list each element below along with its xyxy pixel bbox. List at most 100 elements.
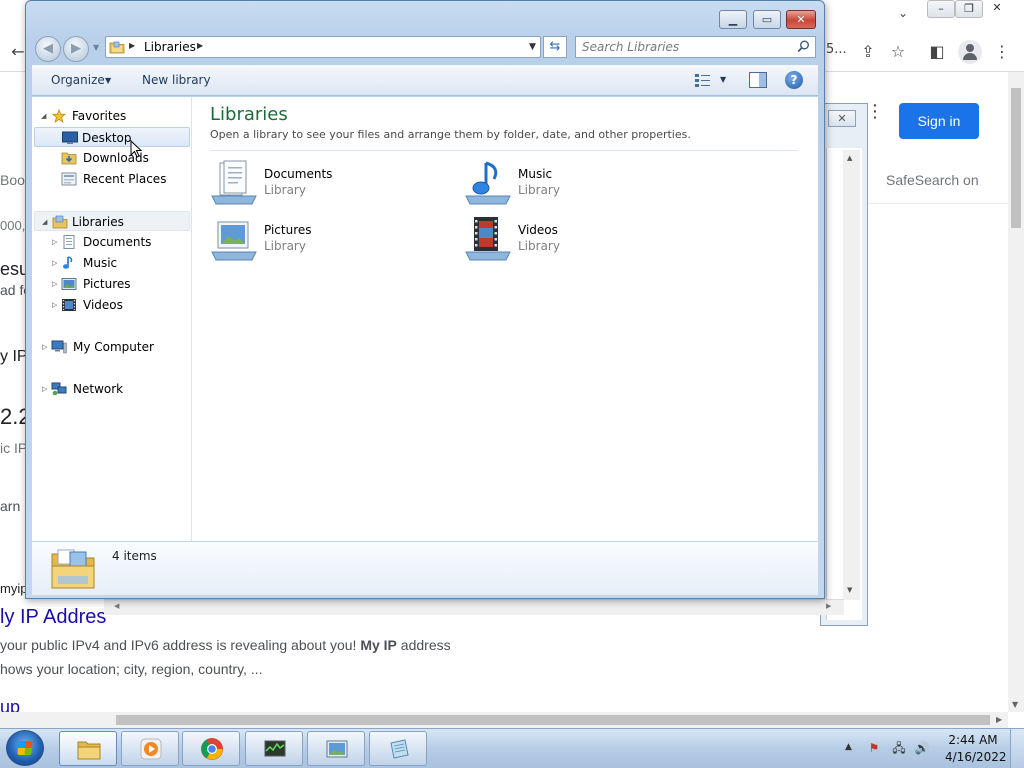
library-pictures[interactable]: Pictures Library <box>210 216 450 264</box>
view-options-dropdown-icon[interactable]: ▼ <box>720 75 726 84</box>
expand-arrow-icon[interactable]: ▷ <box>52 280 57 288</box>
address-dropdown-icon[interactable]: ▼ <box>529 42 536 52</box>
nav-pictures[interactable]: Pictures <box>61 274 190 294</box>
scroll-right-arrow-icon[interactable]: ▶ <box>996 715 1002 724</box>
library-music[interactable]: Music Library <box>464 160 704 208</box>
breadcrumb-arrow-icon[interactable]: ▶ <box>197 41 203 50</box>
computer-icon <box>51 340 67 354</box>
nav-music[interactable]: Music <box>61 253 190 273</box>
preview-pane-icon[interactable] <box>749 72 767 88</box>
profile-avatar-icon[interactable] <box>958 40 982 64</box>
chrome-menu-icon[interactable]: ⋮ <box>990 40 1014 64</box>
page-scroll-thumb[interactable] <box>1011 88 1021 228</box>
scroll-right-arrow-icon[interactable]: ▶ <box>826 602 831 610</box>
volume-icon[interactable]: 🔊 <box>914 741 930 755</box>
share-icon[interactable]: ⇪ <box>856 40 880 64</box>
background-window-close-button[interactable]: ✕ <box>828 110 856 127</box>
page-subtitle: Open a library to see your files and arr… <box>210 128 691 141</box>
breadcrumb-libraries[interactable]: Libraries <box>144 39 196 56</box>
nav-videos[interactable]: Videos <box>61 295 190 315</box>
address-bar[interactable]: ▶ Libraries ▶ ▼ <box>105 36 541 58</box>
scroll-up-arrow-icon[interactable]: ▲ <box>847 154 852 162</box>
nav-my-computer[interactable]: My Computer <box>51 337 190 357</box>
organize-dropdown-icon[interactable]: ▼ <box>105 76 111 85</box>
media-player-icon <box>140 738 162 760</box>
nav-documents[interactable]: Documents <box>61 232 190 252</box>
browser-minimize-button[interactable]: – <box>927 0 955 18</box>
breadcrumb-arrow-icon[interactable]: ▶ <box>129 41 135 50</box>
forward-arrow-icon[interactable]: ▶ <box>63 36 89 62</box>
taskbar-task-manager-button[interactable] <box>245 731 303 766</box>
divider <box>868 203 1008 204</box>
collapse-arrow-icon[interactable]: ◢ <box>42 212 47 232</box>
nav-network[interactable]: Network <box>51 379 190 399</box>
background-window-hscrollbar[interactable]: ◀ ▶ <box>104 599 844 615</box>
tab-search-chevron-icon[interactable]: ⌄ <box>898 6 908 20</box>
minimize-button[interactable]: ▁ <box>719 10 747 29</box>
expand-arrow-icon[interactable]: ▷ <box>42 343 47 351</box>
task-manager-icon <box>264 740 286 757</box>
show-hidden-icons-icon[interactable]: ▲ <box>845 742 852 752</box>
taskbar-notepad-button[interactable] <box>369 731 427 766</box>
nav-label: Pictures <box>83 277 131 291</box>
scroll-down-arrow-icon[interactable]: ▼ <box>1012 700 1018 709</box>
documents-library-icon <box>211 160 257 205</box>
change-view-icon[interactable] <box>694 72 712 88</box>
page-hscroll-thumb[interactable] <box>116 715 990 725</box>
desktop-icon <box>62 131 78 144</box>
omnibox-fragment[interactable]: 5... <box>826 42 847 57</box>
maximize-button[interactable]: ▭ <box>753 10 781 29</box>
favorites-star-icon <box>51 109 67 123</box>
scroll-down-arrow-icon[interactable]: ▼ <box>847 586 852 594</box>
library-type: Library <box>264 239 306 253</box>
explorer-titlebar[interactable]: ▁ ▭ ✕ <box>26 1 824 31</box>
browser-close-button[interactable]: ✕ <box>983 0 1011 18</box>
mouse-cursor-icon <box>130 140 142 158</box>
help-icon[interactable]: ? <box>785 71 803 89</box>
close-button[interactable]: ✕ <box>786 10 816 29</box>
nav-favorites[interactable]: Favorites <box>50 106 190 126</box>
library-name: Documents <box>264 167 333 181</box>
safesearch-label[interactable]: SafeSearch on <box>886 172 979 188</box>
network-tray-icon[interactable]: 🖧 <box>891 741 907 755</box>
nav-desktop[interactable]: Desktop <box>34 127 190 147</box>
taskbar-picture-viewer-button[interactable] <box>307 731 365 766</box>
page-text-fragment: 000, <box>0 218 26 233</box>
library-documents[interactable]: Documents Library <box>210 160 450 208</box>
side-panel-icon[interactable]: ◧ <box>925 40 949 64</box>
scroll-left-arrow-icon[interactable]: ◀ <box>114 602 119 610</box>
start-button[interactable] <box>6 730 44 766</box>
refresh-icon[interactable]: ⇆ <box>543 36 567 58</box>
nav-libraries[interactable]: ◢ Libraries <box>34 211 190 231</box>
bookmark-star-icon[interactable]: ☆ <box>886 40 910 64</box>
documents-icon <box>63 235 75 249</box>
result-title-link[interactable]: ly IP Addres <box>0 606 106 629</box>
expand-arrow-icon[interactable]: ▷ <box>52 301 57 309</box>
taskbar-media-player-button[interactable] <box>121 731 179 766</box>
nav-label: Documents <box>83 235 152 249</box>
background-window-scrollbar[interactable]: ▲ ▼ <box>843 150 860 600</box>
nav-label: My Computer <box>73 340 154 354</box>
action-center-flag-icon[interactable]: ⚑ <box>866 741 882 755</box>
recent-pages-dropdown-icon[interactable]: ▼ <box>93 43 99 52</box>
new-library-button[interactable]: New library <box>142 73 211 87</box>
search-icon[interactable] <box>797 40 810 53</box>
clock-date[interactable]: 4/16/2022 <box>945 750 1007 764</box>
nav-recent-places[interactable]: Recent Places <box>61 169 190 189</box>
search-input[interactable]: Search Libraries <box>575 36 816 58</box>
expand-arrow-icon[interactable]: ▷ <box>52 259 57 267</box>
sign-in-button[interactable]: Sign in <box>899 103 979 139</box>
library-pane: Libraries Open a library to see your fil… <box>193 97 818 541</box>
nav-downloads[interactable]: Downloads <box>61 148 190 168</box>
browser-restore-button[interactable]: ❐ <box>955 0 983 18</box>
show-desktop-button[interactable] <box>1010 729 1024 768</box>
expand-arrow-icon[interactable]: ▷ <box>52 238 57 246</box>
library-videos[interactable]: Videos Library <box>464 216 704 264</box>
taskbar-chrome-button[interactable] <box>182 731 240 766</box>
back-arrow-icon[interactable]: ◀ <box>35 36 61 62</box>
clock-time[interactable]: 2:44 AM <box>945 733 1001 747</box>
expand-arrow-icon[interactable]: ▷ <box>42 385 47 393</box>
organize-button[interactable]: Organize <box>51 73 105 87</box>
collapse-arrow-icon[interactable]: ◢ <box>41 112 46 120</box>
taskbar-explorer-button[interactable] <box>59 731 117 766</box>
